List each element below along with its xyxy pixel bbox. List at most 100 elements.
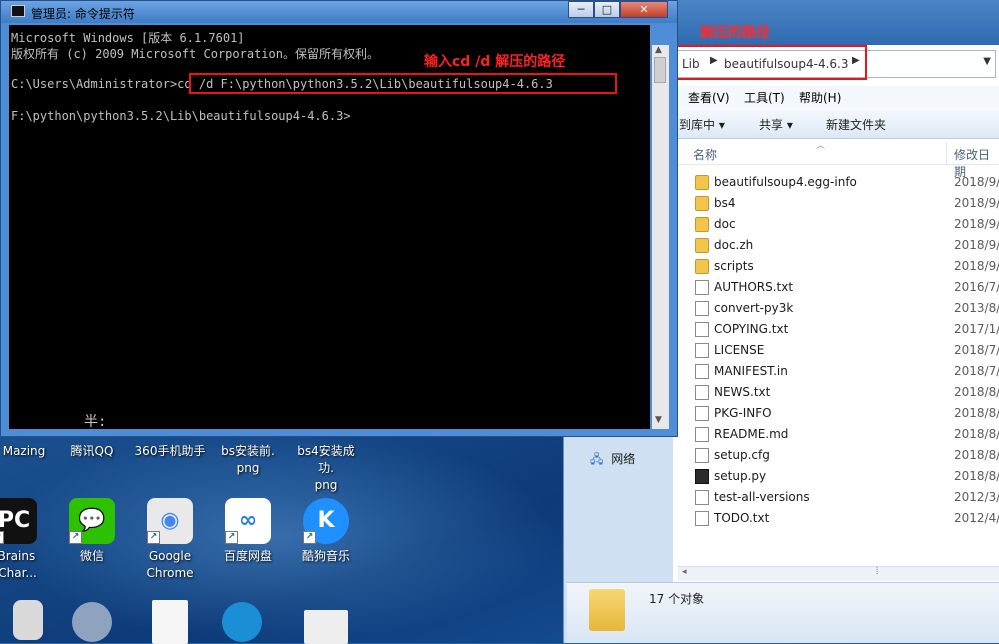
desktop-icon-jetbrains-pycharm[interactable]: PC↗ tBrains yChar... — [0, 498, 50, 582]
desktop-icon-google-chrome[interactable]: ◉ ↗ Google Chrome — [134, 498, 206, 582]
gear-icon — [72, 602, 112, 642]
file-name: setup.cfg — [714, 448, 770, 462]
file-row[interactable]: convert-py3k 2013/8/ — [678, 298, 999, 319]
file-row[interactable]: setup.cfg 2018/8/ — [678, 445, 999, 466]
desktop-icon-kugou-music[interactable]: K ↗ 酷狗音乐 — [290, 498, 362, 565]
file-row[interactable]: LICENSE 2018/7/ — [678, 340, 999, 361]
file-name: AUTHORS.txt — [714, 280, 794, 294]
include-in-library-button[interactable]: 到库中 ▾ — [679, 116, 725, 133]
shortcut-arrow-icon: ↗ — [147, 531, 160, 544]
menu-view[interactable]: 查看(V) — [688, 89, 730, 106]
annotation-cd-instruction: 输入cd /d 解压的路径 — [424, 54, 566, 70]
file-row[interactable]: setup.py 2018/8/ — [678, 466, 999, 487]
file-row[interactable]: AUTHORS.txt 2016/7/ — [678, 277, 999, 298]
menu-help[interactable]: 帮助(H) — [799, 89, 841, 106]
scroll-thumb-grip-icon[interactable]: ⦙ — [876, 566, 878, 577]
file-icon — [695, 448, 709, 463]
minimize-button[interactable]: ─ — [568, 1, 594, 18]
column-divider[interactable] — [946, 142, 947, 164]
folder-icon — [695, 259, 709, 274]
desktop-icon-bs-before-png[interactable]: bs安装前. png — [212, 443, 284, 477]
file-name: bs4 — [714, 196, 736, 210]
file-row[interactable]: test-all-versions 2012/3/ — [678, 487, 999, 508]
maximize-button[interactable]: □ — [594, 1, 620, 18]
file-row[interactable]: doc.zh 2018/9/ — [678, 235, 999, 256]
desktop-icon-label: bs4安装成功. png — [297, 444, 355, 492]
horizontal-scrollbar[interactable]: ◂ ⦙ — [678, 566, 999, 581]
desktop-icon-image[interactable] — [290, 610, 362, 644]
file-row[interactable]: PKG-INFO 2018/8/ — [678, 403, 999, 424]
image-file-icon — [304, 610, 348, 644]
desktop-icon-baidu-netdisk[interactable]: ∞ ↗ 百度网盘 — [212, 498, 284, 565]
annotation-box-command — [189, 73, 617, 94]
new-folder-button[interactable]: 新建文件夹 — [826, 116, 886, 133]
baidu-netdisk-glyph: ∞ — [238, 508, 258, 533]
file-name: MANIFEST.in — [714, 364, 788, 378]
desktop-icon-settings[interactable] — [56, 602, 128, 642]
nav-network[interactable]: 🖧 网络 — [590, 450, 635, 471]
cmd-window[interactable]: 管理员: 命令提示符 ─ □ ✕ Microsoft Windows [版本 6… — [0, 0, 678, 437]
desktop-icon-360-phone-assistant[interactable]: 360手机助手 — [134, 443, 206, 460]
shortcut-arrow-icon: ↗ — [225, 531, 238, 544]
folder-icon — [695, 238, 709, 253]
shortcut-arrow-icon: ↗ — [69, 531, 82, 544]
file-name: doc.zh — [714, 238, 754, 252]
scroll-left-icon[interactable]: ◂ — [682, 567, 687, 577]
wechat-glyph: 💬 — [78, 508, 106, 533]
file-date: 2016/7/ — [954, 280, 999, 294]
desktop-icon-edge[interactable] — [206, 602, 278, 642]
file-row[interactable]: README.md 2018/8/ — [678, 424, 999, 445]
desktop-icon-imazing[interactable]: Mazing — [0, 443, 60, 460]
console-scrollbar[interactable]: ▲ ▼ — [652, 45, 669, 429]
file-date: 2018/7/ — [954, 343, 999, 357]
desktop-icon-document[interactable] — [134, 600, 206, 644]
close-button[interactable]: ✕ — [620, 1, 668, 18]
file-row[interactable]: MANIFEST.in 2018/7/ — [678, 361, 999, 382]
console-icon — [11, 5, 25, 17]
file-row[interactable]: doc 2018/9/ — [678, 214, 999, 235]
file-icon — [695, 301, 709, 316]
file-date: 2018/8/ — [954, 469, 999, 483]
file-name: COPYING.txt — [714, 322, 789, 336]
scroll-down-icon[interactable]: ▼ — [655, 415, 662, 425]
file-icon — [695, 427, 709, 442]
cmd-titlebar[interactable]: 管理员: 命令提示符 ─ □ ✕ — [1, 1, 677, 23]
scroll-up-icon[interactable]: ▲ — [655, 45, 662, 55]
file-row[interactable]: scripts 2018/9/ — [678, 256, 999, 277]
file-date: 2012/3/ — [954, 490, 999, 504]
file-date: 2018/8/ — [954, 448, 999, 462]
desktop-icon-label: Mazing — [2, 444, 46, 458]
desktop-icon-label: 酷狗音乐 — [301, 549, 350, 563]
file-icon — [695, 511, 709, 526]
folder-icon — [695, 196, 709, 211]
file-row[interactable]: TODO.txt 2012/4/ — [678, 508, 999, 529]
share-button[interactable]: 共享 ▾ — [759, 116, 793, 133]
file-name: doc — [714, 217, 736, 231]
desktop-icon-label: Google Chrome — [146, 549, 194, 580]
column-name[interactable]: 名称 — [693, 146, 717, 163]
desktop-icon-tencent-qq[interactable]: 腾讯QQ — [56, 443, 128, 460]
scroll-thumb[interactable] — [654, 57, 666, 83]
console-line: Microsoft Windows [版本 6.1.7601] — [11, 31, 245, 45]
file-date: 2018/8/ — [954, 406, 999, 420]
annotation-box-address — [674, 45, 867, 80]
file-name: setup.py — [714, 469, 767, 483]
file-row[interactable]: bs4 2018/9/ — [678, 193, 999, 214]
desktop-icon-lock[interactable] — [0, 600, 64, 640]
desktop-icon-bs4-success-png[interactable]: bs4安装成功. png — [290, 443, 362, 494]
google-chrome-glyph: ◉ — [160, 508, 180, 533]
folder-icon — [589, 589, 625, 631]
console-line: 版权所有 (c) 2009 Microsoft Corporation。保留所有… — [11, 47, 379, 61]
ime-status: 半: — [84, 414, 107, 430]
desktop-icon-wechat[interactable]: 💬 ↗ 微信 — [56, 498, 128, 565]
file-icon — [695, 406, 709, 421]
file-row[interactable]: COPYING.txt 2017/1/ — [678, 319, 999, 340]
menu-tools[interactable]: 工具(T) — [744, 89, 785, 106]
file-row[interactable]: NEWS.txt 2018/8/ — [678, 382, 999, 403]
wechat-icon: 💬 ↗ — [69, 498, 115, 544]
file-row[interactable]: beautifulsoup4.egg-info 2018/9/ — [678, 172, 999, 193]
file-icon — [695, 385, 709, 400]
python-file-icon — [695, 469, 709, 484]
file-date: 2018/9/ — [954, 259, 999, 273]
address-dropdown-icon[interactable]: ▼ — [983, 56, 991, 67]
